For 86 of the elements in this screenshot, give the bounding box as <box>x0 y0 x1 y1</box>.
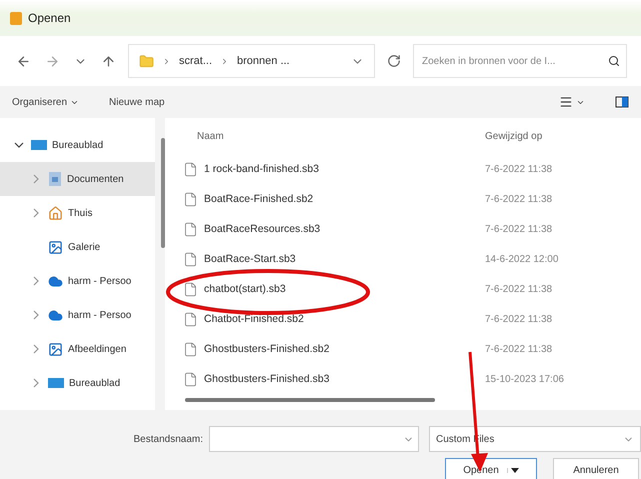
file-icon <box>183 282 198 296</box>
desktop-folder-icon <box>48 377 64 389</box>
list-view-icon[interactable] <box>559 95 573 109</box>
file-name: BoatRaceResources.sb3 <box>204 223 320 235</box>
search-field[interactable]: Zoeken in bronnen voor de I... <box>413 44 627 78</box>
app-icon <box>10 12 22 24</box>
gallery-icon <box>48 240 63 254</box>
chevron-right-icon[interactable] <box>31 276 41 286</box>
sidebar-label: Documenten <box>67 174 124 184</box>
filename-label: Bestandsnaam: <box>134 434 203 444</box>
modified-date: 15-10-2023 17:06 <box>485 374 565 384</box>
sidebar-item[interactable]: harm - Persoo <box>0 298 155 332</box>
column-header[interactable]: Gewijzigd op <box>485 130 641 142</box>
modified-date: 7-6-2022 11:38 <box>485 314 554 324</box>
file-row[interactable]: Ghostbusters-Finished.sb3 15-10-2023 17:06 <box>183 364 641 394</box>
folder-icon <box>139 54 154 68</box>
file-row[interactable]: BoatRace-Finished.sb2 7-6-2022 11:38 <box>183 184 641 214</box>
sidebar-item[interactable]: Bureaublad <box>0 366 155 400</box>
modified-date: 14-6-2022 12:00 <box>485 254 560 264</box>
cloud-icon <box>48 274 63 288</box>
separator-icon <box>162 56 171 66</box>
sidebar-item[interactable]: Afbeeldingen <box>0 332 155 366</box>
desktop-folder-icon <box>31 139 47 151</box>
breadcrumb[interactable]: bronnen ... <box>237 55 290 67</box>
chevron-right-icon[interactable] <box>31 344 41 354</box>
sidebar-item[interactable]: Thuis <box>0 196 155 230</box>
file-icon <box>183 342 198 356</box>
horizontal-scrollbar[interactable] <box>185 398 435 402</box>
file-row[interactable]: BoatRaceResources.sb3 7-6-2022 11:38 <box>183 214 641 244</box>
address-bar[interactable]: scrat... bronnen ... <box>128 44 375 78</box>
organize-button[interactable]: Organiseren <box>12 96 80 108</box>
sidebar-label: harm - Persoo <box>68 276 132 286</box>
file-name: BoatRace-Start.sb3 <box>204 253 296 265</box>
sidebar-label: Thuis <box>68 208 92 218</box>
cloud-icon <box>48 308 63 322</box>
pictures-icon <box>48 342 63 356</box>
modified-date: 7-6-2022 11:38 <box>485 194 554 204</box>
window-title: Openen <box>28 11 71 25</box>
scrollbar[interactable] <box>161 118 165 410</box>
chevron-down-icon[interactable] <box>14 140 24 150</box>
document-icon <box>48 171 62 187</box>
file-name: 1 rock-band-finished.sb3 <box>204 163 319 175</box>
file-row[interactable]: Ghostbusters-Finished.sb2 7-6-2022 11:38 <box>183 334 641 364</box>
modified-date: 7-6-2022 11:38 <box>485 284 554 294</box>
sidebar-label: Bureaublad <box>69 378 120 388</box>
file-name: chatbot(start).sb3 <box>204 283 286 295</box>
file-row[interactable]: Chatbot-Finished.sb2 7-6-2022 11:38 <box>183 304 641 334</box>
modified-date: 7-6-2022 11:38 <box>485 224 554 234</box>
preview-pane-button[interactable] <box>615 96 629 108</box>
chevron-right-icon[interactable] <box>31 310 41 320</box>
filename-field[interactable] <box>209 426 419 452</box>
file-name: BoatRace-Finished.sb2 <box>204 193 314 205</box>
column-header[interactable]: Naam <box>183 130 485 142</box>
home-icon <box>48 206 63 220</box>
modified-date: 7-6-2022 11:38 <box>485 164 554 174</box>
chevron-right-icon[interactable] <box>31 208 41 218</box>
new-folder-button[interactable]: Nieuwe map <box>109 96 165 108</box>
file-row[interactable]: 1 rock-band-finished.sb3 7-6-2022 11:38 <box>183 154 641 184</box>
file-name: Ghostbusters-Finished.sb3 <box>204 373 330 385</box>
sidebar-label: harm - Persoo <box>68 310 132 320</box>
search-input[interactable]: Zoeken in bronnen voor de I... <box>420 54 604 68</box>
file-icon <box>183 372 198 386</box>
sidebar-label: Bureaublad <box>52 140 104 150</box>
view-menu-button[interactable] <box>559 95 585 109</box>
sidebar-item[interactable]: Galerie <box>0 230 155 264</box>
file-icon <box>183 252 198 266</box>
file-row[interactable]: chatbot(start).sb3 7-6-2022 11:38 <box>183 274 641 304</box>
file-icon <box>183 312 198 326</box>
sidebar-item[interactable]: harm - Persoo <box>0 264 155 298</box>
modified-date: 7-6-2022 11:38 <box>485 344 554 354</box>
chevron-right-icon[interactable] <box>31 378 41 388</box>
cancel-button[interactable]: Annuleren <box>553 458 639 479</box>
sidebar-label: Afbeeldingen <box>68 344 126 354</box>
open-button[interactable]: Openen <box>445 458 537 479</box>
file-name: Ghostbusters-Finished.sb2 <box>204 343 330 355</box>
sidebar-label: Galerie <box>68 242 100 252</box>
sidebar-item[interactable]: Bureaublad <box>0 128 155 162</box>
sidebar-item[interactable]: Documenten <box>0 162 155 196</box>
caret-icon[interactable] <box>510 468 519 472</box>
file-name: Chatbot-Finished.sb2 <box>204 313 304 325</box>
search-icon <box>608 55 620 67</box>
breadcrumb[interactable]: scrat... <box>179 55 212 67</box>
file-icon <box>183 192 198 206</box>
file-icon <box>183 162 198 176</box>
file-row[interactable]: BoatRace-Start.sb3 14-6-2022 12:00 <box>183 244 641 274</box>
file-icon <box>183 222 198 236</box>
